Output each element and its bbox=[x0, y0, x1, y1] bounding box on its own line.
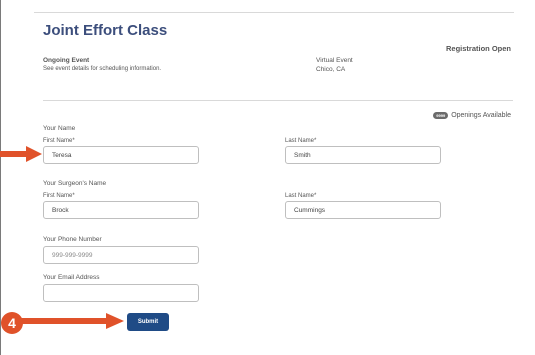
phone-input[interactable] bbox=[43, 246, 199, 264]
surgeon-last-name-input[interactable] bbox=[285, 201, 441, 219]
email-input[interactable] bbox=[43, 284, 199, 302]
event-type: Ongoing Event bbox=[43, 57, 90, 64]
email-section-label: Your Email Address bbox=[43, 274, 100, 281]
frame-edge bbox=[0, 0, 1, 355]
event-detail: See event details for scheduling informa… bbox=[43, 66, 162, 72]
openings-count-badge: 9999 bbox=[433, 112, 449, 119]
openings-label: Openings Available bbox=[451, 112, 511, 119]
surgeon-first-name-label: First Name* bbox=[43, 193, 75, 199]
registration-status: Registration Open bbox=[445, 44, 511, 53]
submit-button[interactable]: Submit bbox=[127, 313, 169, 331]
first-name-input[interactable] bbox=[43, 146, 199, 164]
surgeon-name-section-label: Your Surgeon's Name bbox=[43, 180, 107, 187]
event-city: Chico, CA bbox=[316, 66, 346, 73]
top-divider bbox=[34, 12, 514, 13]
section-divider bbox=[43, 100, 513, 101]
pointer-arrow-icon bbox=[0, 146, 42, 162]
last-name-label: Last Name* bbox=[285, 138, 317, 144]
event-location-type: Virtual Event bbox=[316, 57, 353, 64]
phone-section-label: Your Phone Number bbox=[43, 236, 102, 243]
openings-indicator: 9999 Openings Available bbox=[433, 112, 511, 119]
event-title: Joint Effort Class bbox=[43, 22, 168, 39]
first-name-label: First Name* bbox=[43, 138, 75, 144]
surgeon-last-name-label: Last Name* bbox=[285, 193, 317, 199]
pointer-arrow-icon bbox=[20, 313, 124, 329]
last-name-input[interactable] bbox=[285, 146, 441, 164]
surgeon-first-name-input[interactable] bbox=[43, 201, 199, 219]
your-name-section-label: Your Name bbox=[43, 125, 76, 132]
